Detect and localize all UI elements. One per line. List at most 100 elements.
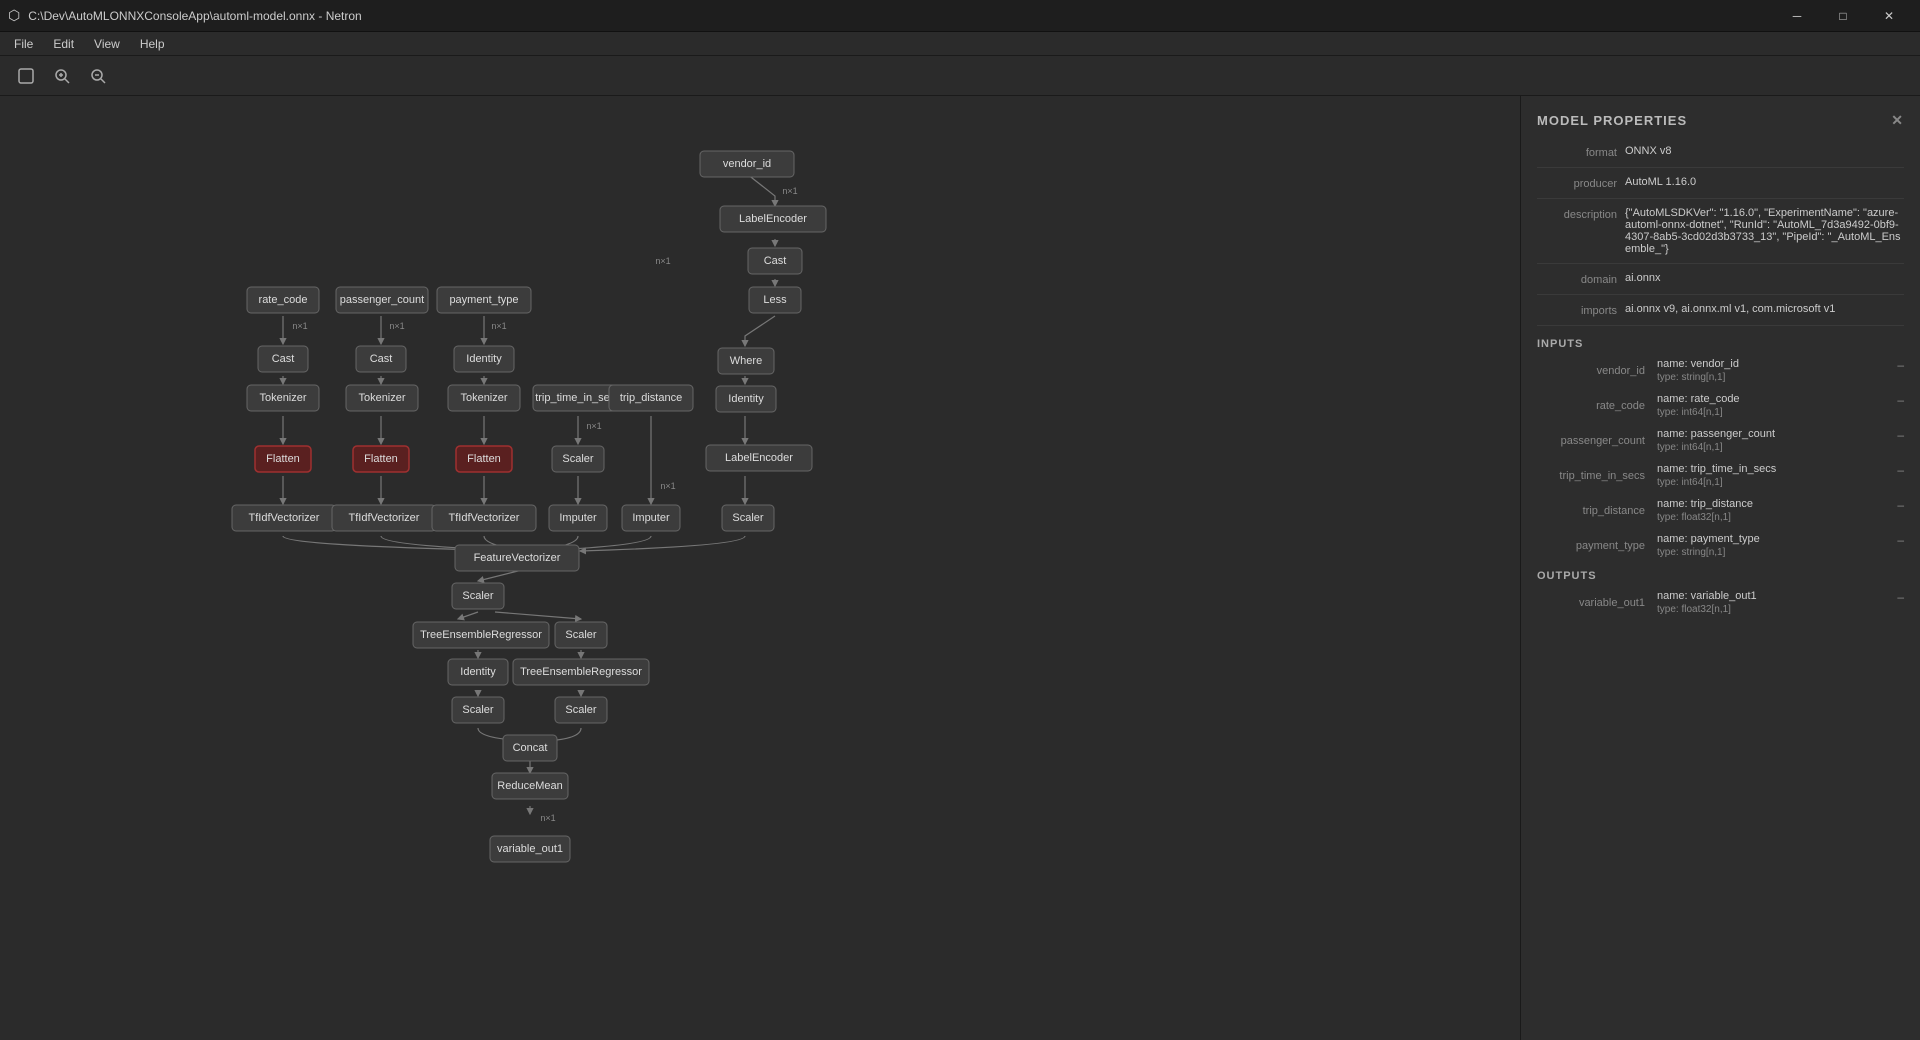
toolbar [0, 56, 1920, 96]
node-concat[interactable]: Concat [503, 735, 557, 761]
node-flatten1[interactable]: Flatten [255, 446, 311, 472]
prop-val-imports: ai.onnx v9, ai.onnx.ml v1, com.microsoft… [1625, 303, 1904, 317]
node-tree-ensemble1[interactable]: TreeEnsembleRegressor [413, 622, 549, 648]
svg-text:Flatten: Flatten [266, 453, 300, 465]
node-feature-vectorizer[interactable]: FeatureVectorizer [455, 545, 579, 571]
maximize-button[interactable]: □ [1820, 0, 1866, 32]
node-scaler3[interactable]: Scaler [452, 697, 504, 723]
zoom-in-button[interactable] [48, 62, 76, 90]
svg-text:Flatten: Flatten [467, 453, 501, 465]
svg-text:n×1: n×1 [389, 321, 404, 331]
zoom-out-button[interactable] [84, 62, 112, 90]
expand-passenger-count[interactable]: – [1897, 428, 1904, 442]
node-vendor-id[interactable]: vendor_id [700, 151, 794, 177]
expand-trip-distance[interactable]: – [1897, 498, 1904, 512]
node-tokenizer2[interactable]: Tokenizer [346, 385, 418, 411]
svg-text:Imputer: Imputer [632, 512, 670, 524]
menu-edit[interactable]: Edit [43, 35, 84, 53]
app-icon: ⬡ [8, 7, 20, 24]
svg-text:trip_distance: trip_distance [620, 392, 682, 404]
node-imputer1[interactable]: Imputer [549, 505, 607, 531]
input-item-trip-distance: trip_distance name: trip_distance – type… [1537, 498, 1904, 523]
panel-header: MODEL PROPERTIES ✕ [1537, 112, 1904, 129]
input-name-trip-time: name: trip_time_in_secs [1657, 463, 1776, 477]
node-scaler2[interactable]: Scaler [555, 622, 607, 648]
node-labelencoder-right[interactable]: LabelEncoder [706, 445, 812, 471]
outputs-section-title: OUTPUTS [1537, 570, 1904, 582]
minimize-button[interactable]: ─ [1774, 0, 1820, 32]
input-label-trip-time: trip_time_in_secs [1537, 470, 1657, 482]
zoom-reset-button[interactable] [12, 62, 40, 90]
prop-key-description: description [1537, 207, 1617, 255]
svg-text:variable_out1: variable_out1 [497, 843, 563, 855]
node-less[interactable]: Less [749, 287, 801, 313]
node-payment-type[interactable]: payment_type [437, 287, 531, 313]
node-cast2[interactable]: Cast [356, 346, 406, 372]
prop-key-domain: domain [1537, 272, 1617, 286]
svg-text:Flatten: Flatten [364, 453, 398, 465]
prop-key-producer: producer [1537, 176, 1617, 190]
input-type-trip-distance: type: float32[n,1] [1657, 512, 1904, 523]
node-scaler-right[interactable]: Scaler [722, 505, 774, 531]
node-tokenizer1[interactable]: Tokenizer [247, 385, 319, 411]
svg-text:Scaler: Scaler [562, 453, 594, 465]
node-trip-distance[interactable]: trip_distance [609, 385, 693, 411]
input-type-payment-type: type: string[n,1] [1657, 547, 1904, 558]
main-layout: n×1 n×1 n×1 n×1 n×1 n×1 n×1 n×1 vendor_i… [0, 96, 1920, 1040]
node-scaler-trip-time[interactable]: Scaler [552, 446, 604, 472]
output-type-variable-out1: type: float32[n,1] [1657, 604, 1904, 615]
menu-view[interactable]: View [84, 35, 130, 53]
output-item-variable-out1: variable_out1 name: variable_out1 – type… [1537, 590, 1904, 615]
node-tfidf1[interactable]: TfIdfVectorizer [232, 505, 336, 531]
node-labelencoder-top[interactable]: LabelEncoder [720, 206, 826, 232]
node-reduce-mean[interactable]: ReduceMean [492, 773, 568, 799]
svg-text:Scaler: Scaler [462, 590, 494, 602]
expand-payment-type[interactable]: – [1897, 533, 1904, 547]
menu-help[interactable]: Help [130, 35, 175, 53]
expand-rate-code[interactable]: – [1897, 393, 1904, 407]
expand-variable-out1[interactable]: – [1897, 590, 1904, 604]
input-label-trip-distance: trip_distance [1537, 505, 1657, 517]
node-tfidf3[interactable]: TfIdfVectorizer [432, 505, 536, 531]
node-flatten2[interactable]: Flatten [353, 446, 409, 472]
svg-text:Scaler: Scaler [732, 512, 764, 524]
input-name-rate-code: name: rate_code [1657, 393, 1740, 407]
node-passenger-count[interactable]: passenger_count [336, 287, 428, 313]
node-variable-out1[interactable]: variable_out1 [490, 836, 570, 862]
node-scaler4[interactable]: Scaler [555, 697, 607, 723]
node-rate-code[interactable]: rate_code [247, 287, 319, 313]
svg-text:Imputer: Imputer [559, 512, 597, 524]
close-button[interactable]: ✕ [1866, 0, 1912, 32]
node-tree-ensemble2[interactable]: TreeEnsembleRegressor [513, 659, 649, 685]
node-imputer2[interactable]: Imputer [622, 505, 680, 531]
node-where[interactable]: Where [718, 348, 774, 374]
graph-canvas[interactable]: n×1 n×1 n×1 n×1 n×1 n×1 n×1 n×1 vendor_i… [0, 96, 1520, 1040]
node-cast1[interactable]: Cast [258, 346, 308, 372]
svg-text:Identity: Identity [460, 666, 496, 678]
input-label-payment-type: payment_type [1537, 540, 1657, 552]
node-identity1[interactable]: Identity [454, 346, 514, 372]
svg-text:passenger_count: passenger_count [340, 294, 424, 306]
panel-close-button[interactable]: ✕ [1891, 112, 1904, 129]
expand-trip-time[interactable]: – [1897, 463, 1904, 477]
input-name-trip-distance: name: trip_distance [1657, 498, 1753, 512]
prop-val-domain: ai.onnx [1625, 272, 1904, 286]
titlebar: ⬡ C:\Dev\AutoMLONNXConsoleApp\automl-mod… [0, 0, 1920, 32]
prop-row-producer: producer AutoML 1.16.0 [1537, 176, 1904, 199]
expand-vendor-id[interactable]: – [1897, 358, 1904, 372]
graph-svg: n×1 n×1 n×1 n×1 n×1 n×1 n×1 n×1 vendor_i… [0, 96, 1520, 1040]
svg-text:Scaler: Scaler [565, 704, 597, 716]
node-tfidf2[interactable]: TfIdfVectorizer [332, 505, 436, 531]
node-identity2[interactable]: Identity [448, 659, 508, 685]
node-cast-top[interactable]: Cast [748, 248, 802, 274]
svg-text:LabelEncoder: LabelEncoder [739, 213, 807, 225]
panel-title: MODEL PROPERTIES [1537, 113, 1687, 128]
prop-val-producer: AutoML 1.16.0 [1625, 176, 1904, 190]
svg-text:rate_code: rate_code [259, 294, 308, 306]
node-identity-top[interactable]: Identity [716, 386, 776, 412]
node-tokenizer3[interactable]: Tokenizer [448, 385, 520, 411]
node-scaler-main[interactable]: Scaler [452, 583, 504, 609]
menu-file[interactable]: File [4, 35, 43, 53]
svg-text:Less: Less [763, 294, 787, 306]
node-flatten3[interactable]: Flatten [456, 446, 512, 472]
